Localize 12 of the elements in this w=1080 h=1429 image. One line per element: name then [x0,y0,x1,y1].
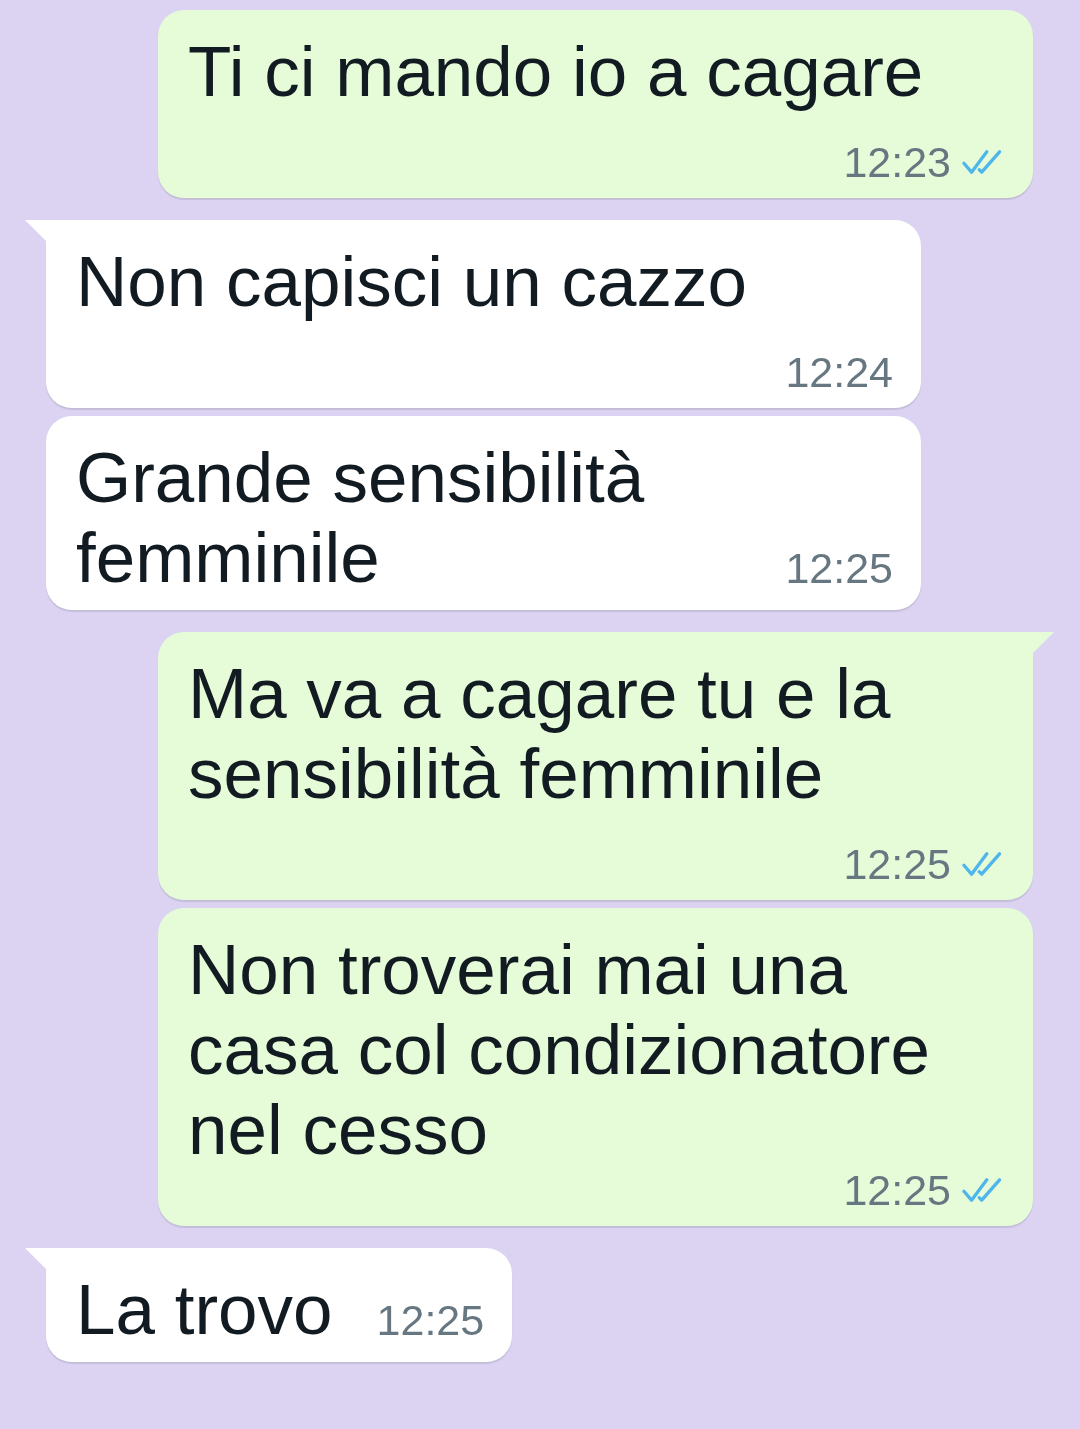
message-text: Non capisci un cazzo [76,242,747,321]
message-time: 12:25 [785,544,893,592]
message-time: 12:23 [843,138,951,186]
message-text: Ti ci mando io a cagare [188,32,924,111]
message-time: 12:24 [785,348,893,396]
message-time: 12:25 [843,1166,951,1214]
message-time: 12:25 [376,1296,485,1344]
message-time: 12:25 [843,840,951,888]
message-text: Non troverai mai una casa col condizionatore nel cesso [188,930,930,1169]
message-text: La trovo [76,1270,333,1349]
message-text: Grande sensibilità femminile [76,438,645,597]
message-text: Ma va a cagare tu e la sensibilità femminile [188,654,891,813]
